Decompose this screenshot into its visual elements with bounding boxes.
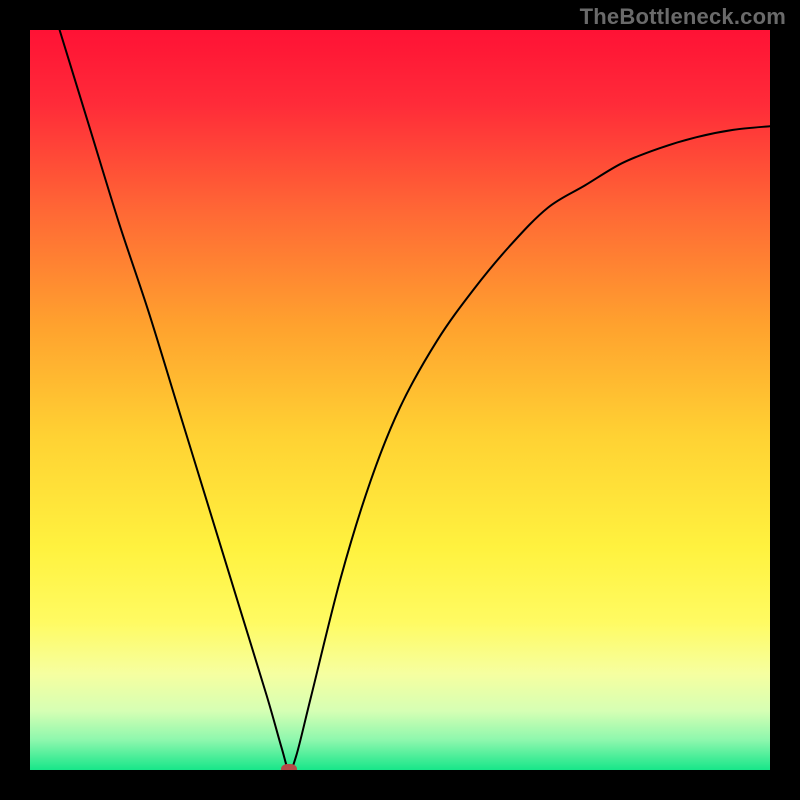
curve-layer [30, 30, 770, 770]
optimum-marker [281, 764, 297, 770]
chart-frame: TheBottleneck.com [0, 0, 800, 800]
plot-area [30, 30, 770, 770]
bottleneck-curve [60, 30, 770, 770]
watermark-text: TheBottleneck.com [580, 4, 786, 30]
